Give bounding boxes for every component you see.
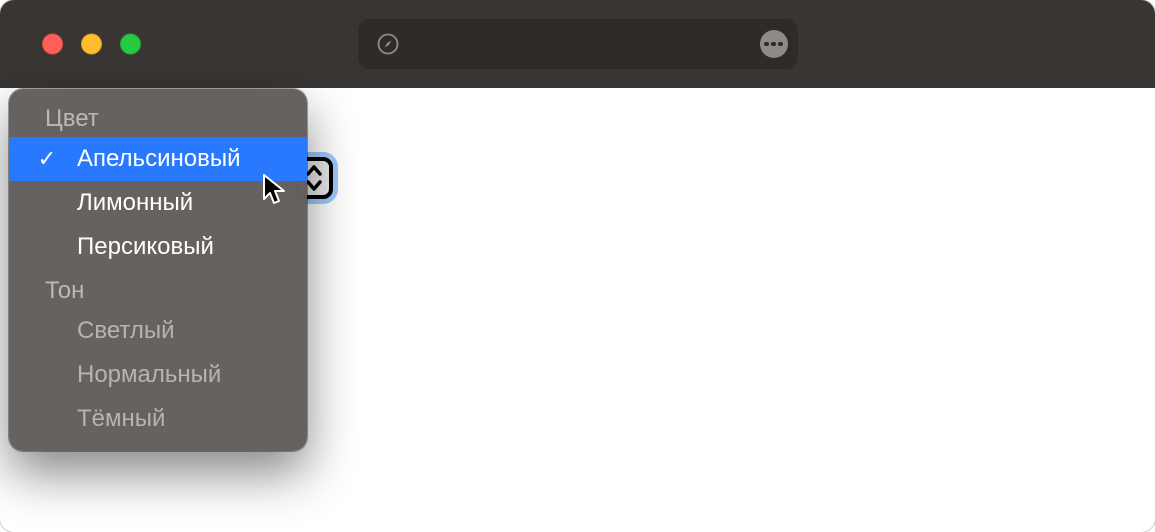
option-light[interactable]: Светлый xyxy=(9,309,307,353)
option-orange[interactable]: ✓ Апельсиновый xyxy=(9,137,307,181)
browser-window: Цвет ✓ Апельсиновый Лимонный Персиковый … xyxy=(0,0,1155,532)
checkmark-icon: ✓ xyxy=(33,146,61,172)
address-input[interactable] xyxy=(400,33,760,56)
option-lemon[interactable]: Лимонный xyxy=(9,181,307,225)
page-content: Цвет ✓ Апельсиновый Лимонный Персиковый … xyxy=(0,88,1155,532)
optgroup-label: Тон xyxy=(9,269,307,309)
window-controls xyxy=(42,34,141,55)
maximize-window-button[interactable] xyxy=(120,34,141,55)
more-icon[interactable] xyxy=(760,30,788,58)
option-dark[interactable]: Тёмный xyxy=(9,397,307,441)
titlebar xyxy=(0,0,1155,88)
option-normal[interactable]: Нормальный xyxy=(9,353,307,397)
select-dropdown: Цвет ✓ Апельсиновый Лимонный Персиковый … xyxy=(9,89,307,451)
optgroup-label: Цвет xyxy=(9,97,307,137)
option-peach[interactable]: Персиковый xyxy=(9,225,307,269)
close-window-button[interactable] xyxy=(42,34,63,55)
minimize-window-button[interactable] xyxy=(81,34,102,55)
address-bar[interactable] xyxy=(358,19,798,69)
compass-icon xyxy=(376,32,400,56)
